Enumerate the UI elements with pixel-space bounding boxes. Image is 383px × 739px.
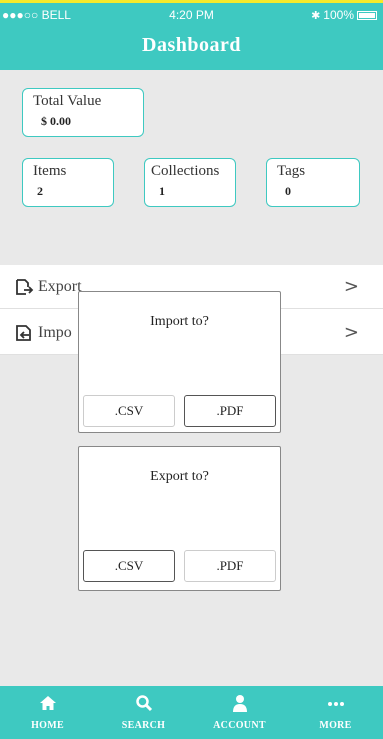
tab-bar: HOME SEARCH ACCOUNT MORE	[0, 686, 383, 739]
tab-account-label: ACCOUNT	[213, 720, 266, 731]
tab-account[interactable]: ACCOUNT	[192, 686, 287, 739]
export-dialog: Export to? .CSV .PDF	[78, 446, 281, 591]
battery-percent: 100%	[323, 8, 354, 22]
items-count: 2	[37, 184, 43, 198]
export-pdf-button[interactable]: .PDF	[184, 550, 276, 582]
items-label: Items	[33, 163, 67, 179]
items-card[interactable]: Items 2	[22, 158, 114, 207]
chevron-right-icon: >	[343, 322, 359, 343]
total-value-card[interactable]: Total Value $ 0.00	[22, 88, 144, 137]
menu-item-import-label: Impo	[38, 323, 72, 341]
tab-more-label: MORE	[319, 720, 352, 731]
chevron-right-icon: >	[343, 276, 359, 297]
tab-home-label: HOME	[31, 720, 64, 731]
battery-icon	[357, 10, 377, 20]
search-icon	[96, 694, 191, 714]
tags-card[interactable]: Tags 0	[266, 158, 360, 207]
export-icon	[16, 278, 34, 295]
tab-search-label: SEARCH	[121, 720, 166, 731]
total-value-amount: $ 0.00	[41, 114, 71, 128]
menu-item-export-label: Export	[38, 277, 82, 295]
tab-more[interactable]: MORE	[288, 686, 383, 739]
collections-label: Collections	[151, 163, 220, 179]
bluetooth-icon: ✱	[311, 8, 321, 22]
account-icon	[192, 694, 287, 714]
tab-search[interactable]: SEARCH	[96, 686, 191, 739]
import-pdf-button[interactable]: .PDF	[184, 395, 276, 427]
summary-section: Total Value $ 0.00 Items 2 Collections 1…	[0, 70, 383, 270]
tags-label: Tags	[277, 163, 306, 179]
export-csv-button[interactable]: .CSV	[83, 550, 175, 582]
collections-card[interactable]: Collections 1	[144, 158, 236, 207]
page-title: Dashboard	[142, 34, 241, 56]
tab-home[interactable]: HOME	[0, 686, 95, 739]
more-icon	[288, 694, 383, 714]
export-dialog-title: Export to?	[150, 469, 209, 484]
import-csv-button[interactable]: .CSV	[83, 395, 175, 427]
import-icon	[16, 324, 31, 341]
tags-count: 0	[285, 184, 291, 198]
home-icon	[0, 694, 95, 714]
import-dialog: Import to? .CSV .PDF	[78, 291, 281, 433]
total-value-label: Total Value	[33, 93, 102, 109]
battery-indicator: ✱ 100%	[311, 8, 377, 22]
collections-count: 1	[159, 184, 165, 198]
import-dialog-title: Import to?	[150, 314, 209, 329]
status-bar: ●●●○○ BELL 4:20 PM ✱ 100%	[0, 8, 383, 26]
